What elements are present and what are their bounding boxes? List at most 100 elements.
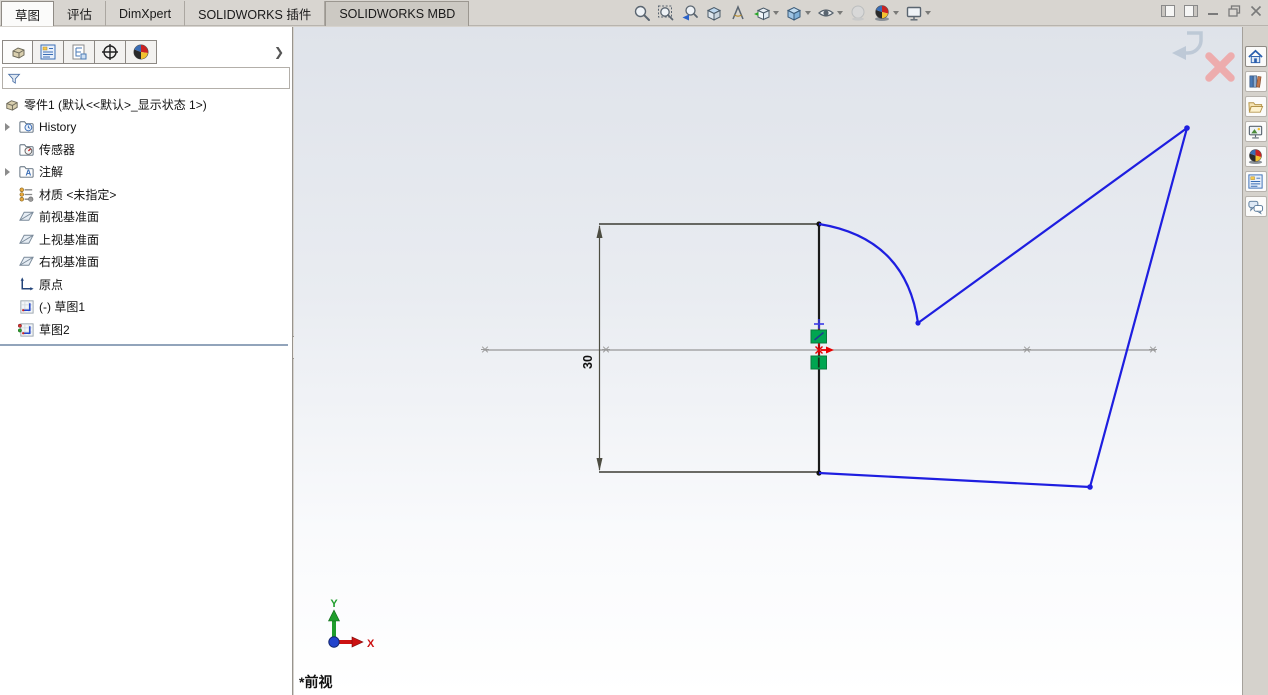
tree-item-annotations[interactable]: 注解 [0, 161, 292, 184]
task-pane [1242, 27, 1268, 695]
history-folder-icon [18, 118, 35, 135]
panel-expand-chevron-icon[interactable]: ❯ [274, 45, 284, 59]
3d-drawing-view-icon[interactable] [729, 4, 747, 22]
view-orientation-label: *前视 [299, 674, 333, 690]
collapse-panel-right-icon[interactable] [1184, 4, 1198, 22]
feature-tree: 零件1 (默认<<默认>_显示状态 1>) History 传感器 注解 材质 … [0, 93, 292, 341]
panel-tab-strip: ❯ [2, 40, 292, 64]
dimension-30[interactable]: 30 [581, 223, 819, 473]
tree-item-label: History [39, 119, 77, 134]
reference-triad: Y X [328, 598, 375, 650]
tree-item-label: (-) 草图1 [39, 300, 85, 315]
chevron-down-icon[interactable] [837, 11, 843, 15]
dimension-value: 30 [581, 355, 595, 369]
tree-item-part1[interactable]: 零件1 (默认<<默认>_显示状态 1>) [0, 93, 292, 116]
configurationmanager-tab[interactable] [64, 40, 95, 64]
edit-appearance-icon[interactable] [849, 4, 867, 22]
tree-item-material[interactable]: 材质 <未指定> [0, 183, 292, 206]
constraint-badge-top[interactable] [810, 329, 827, 344]
view-settings-button[interactable] [905, 4, 931, 22]
filter-input[interactable] [22, 69, 285, 87]
tab-evaluate[interactable]: 评估 [54, 1, 107, 26]
command-tabs: 草图 评估 DimXpert SOLIDWORKS 插件 SOLIDWORKS … [1, 0, 470, 26]
plane-icon [18, 208, 35, 225]
displaymanager-tab[interactable] [126, 40, 157, 64]
collapse-panel-left-icon[interactable] [1161, 4, 1175, 22]
apply-scene-button[interactable] [873, 4, 899, 22]
tree-item-label: 零件1 (默认<<默认>_显示状态 1>) [24, 97, 207, 112]
exit-sketch-icon[interactable] [1172, 31, 1203, 60]
filter-funnel-icon [7, 71, 22, 86]
part-icon [3, 96, 20, 113]
sketch-blue-profile[interactable] [818, 125, 1190, 490]
command-manager-tab-bar: 草图 评估 DimXpert SOLIDWORKS 插件 SOLIDWORKS … [0, 0, 1268, 26]
tree-item-top-plane[interactable]: 上视基准面 [0, 228, 292, 251]
sensors-folder-icon [18, 141, 35, 158]
featuremanager-design-tree-tab[interactable] [2, 40, 33, 64]
plane-icon [18, 231, 35, 248]
annotations-folder-icon [18, 163, 35, 180]
sketch-viewport[interactable]: 30 Y X [294, 27, 1242, 695]
view-palette-button[interactable] [1244, 121, 1267, 142]
feature-manager-panel: ❯ 零件1 (默认<<默认>_显示状态 1>) History 传感器 注解 材… [0, 27, 293, 695]
window-controls [1161, 0, 1262, 26]
tree-item-sketch1[interactable]: (-) 草图1 [0, 296, 292, 319]
tree-item-label: 材质 <未指定> [39, 187, 117, 202]
rollback-bar[interactable] [0, 344, 288, 346]
tree-filter [2, 67, 290, 89]
home-button[interactable] [1244, 46, 1267, 67]
plane-icon [18, 253, 35, 270]
restore-icon[interactable] [1228, 4, 1241, 22]
confirmation-corner [1172, 31, 1235, 82]
tab-dimxpert[interactable]: DimXpert [106, 1, 186, 26]
propertymanager-tab[interactable] [33, 40, 64, 64]
zoom-to-fit-icon[interactable] [633, 4, 651, 22]
triad-y-label: Y [330, 598, 338, 610]
hide-show-items-button[interactable] [817, 4, 843, 22]
chevron-down-icon[interactable] [893, 11, 899, 15]
sketch-icon [18, 298, 35, 315]
triad-x-label: X [367, 638, 375, 650]
origin-icon [18, 276, 35, 293]
tree-item-front-plane[interactable]: 前视基准面 [0, 206, 292, 229]
custom-properties-button[interactable] [1244, 171, 1267, 192]
display-style-button[interactable] [785, 4, 811, 22]
tree-item-sensors[interactable]: 传感器 [0, 138, 292, 161]
constraint-badge-bottom[interactable] [810, 355, 827, 370]
section-view-icon[interactable] [705, 4, 723, 22]
graphics-area[interactable]: 30 Y X *前视 [294, 27, 1242, 695]
chevron-down-icon[interactable] [805, 11, 811, 15]
chevron-down-icon[interactable] [925, 11, 931, 15]
tree-item-label: 前视基准面 [39, 210, 100, 225]
tree-item-sketch2[interactable]: 草图2 [0, 318, 292, 341]
sketch-active-icon [18, 321, 35, 338]
design-library-button[interactable] [1244, 71, 1267, 92]
tab-sketch[interactable]: 草图 [1, 1, 55, 26]
view-orientation-button[interactable] [753, 4, 779, 22]
solidworks-forum-button[interactable] [1244, 196, 1267, 217]
tree-item-origin[interactable]: 原点 [0, 273, 292, 296]
zoom-to-area-icon[interactable] [657, 4, 675, 22]
material-icon [18, 186, 35, 203]
minimize-icon[interactable] [1207, 4, 1219, 22]
tree-item-label: 上视基准面 [39, 232, 100, 247]
close-icon[interactable] [1250, 4, 1262, 22]
expand-arrow-icon[interactable] [5, 122, 10, 131]
tree-item-label: 注解 [39, 165, 64, 180]
dimxpertmanager-tab[interactable] [95, 40, 126, 64]
solidworks-window: 草图 评估 DimXpert SOLIDWORKS 插件 SOLIDWORKS … [0, 0, 1268, 695]
tree-item-label: 原点 [39, 277, 64, 292]
tree-item-label: 右视基准面 [39, 255, 100, 270]
tab-solidworks-mbd[interactable]: SOLIDWORKS MBD [325, 1, 470, 26]
appearances-scenes-button[interactable] [1244, 146, 1267, 167]
tree-item-label: 传感器 [39, 142, 76, 157]
tab-solidworks-addins[interactable]: SOLIDWORKS 插件 [185, 1, 326, 26]
tree-item-right-plane[interactable]: 右视基准面 [0, 251, 292, 274]
sketch-origin[interactable] [810, 319, 834, 370]
file-explorer-button[interactable] [1244, 96, 1267, 117]
tree-item-history[interactable]: History [0, 116, 292, 139]
chevron-down-icon[interactable] [773, 11, 779, 15]
expand-arrow-icon[interactable] [5, 167, 10, 176]
previous-view-icon[interactable] [681, 4, 699, 22]
cancel-sketch-icon[interactable] [1205, 52, 1235, 82]
